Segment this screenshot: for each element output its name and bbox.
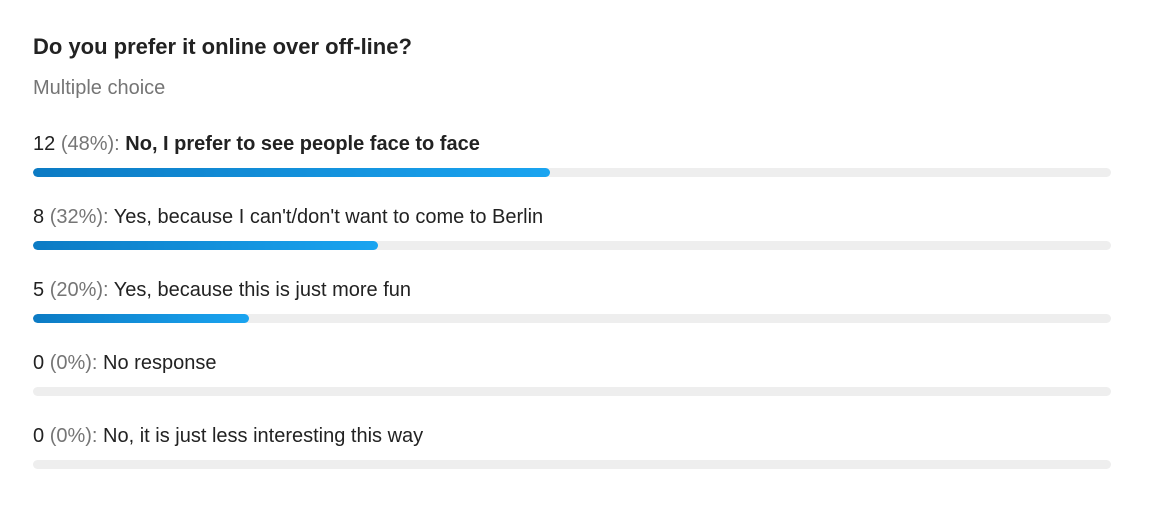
option-text: No, I prefer to see people face to face	[125, 133, 480, 155]
option-bar-track	[33, 460, 1111, 469]
option-bar-fill	[33, 314, 249, 323]
option-text: Yes, because I can't/don't want to come …	[113, 206, 544, 228]
poll-subtitle: Multiple choice	[33, 77, 166, 99]
option-count: 8	[33, 206, 45, 228]
option-count: 0	[33, 352, 45, 374]
poll-title: Do you prefer it online over off-line?	[33, 34, 412, 59]
option-bar-fill	[33, 168, 551, 177]
option-bar-track	[33, 168, 1111, 177]
poll-option: 8 (32%): Yes, because I can't/don't want…	[33, 204, 1111, 277]
option-text: No response	[103, 352, 217, 374]
option-text: Yes, because this is just more fun	[113, 279, 411, 301]
option-bar-fill	[33, 241, 378, 250]
option-percent: (0%):	[49, 352, 98, 374]
option-label: 0 (0%): No response	[33, 350, 1111, 376]
option-bar-track	[33, 241, 1111, 250]
option-label: 12 (48%): No, I prefer to see people fac…	[33, 131, 1111, 157]
option-percent: (20%):	[49, 279, 109, 301]
poll-option: 12 (48%): No, I prefer to see people fac…	[33, 131, 1111, 204]
option-percent: (0%):	[49, 425, 98, 447]
option-percent: (48%):	[60, 133, 120, 155]
option-bar-track	[33, 387, 1111, 396]
option-percent: (32%):	[49, 206, 109, 228]
option-count: 5	[33, 279, 45, 301]
poll-option: 0 (0%): No, it is just less interesting …	[33, 423, 1111, 496]
option-count: 0	[33, 425, 45, 447]
option-label: 0 (0%): No, it is just less interesting …	[33, 423, 1111, 449]
option-text: No, it is just less interesting this way	[103, 425, 424, 447]
option-bar-track	[33, 314, 1111, 323]
option-count: 12	[33, 133, 56, 155]
option-label: 8 (32%): Yes, because I can't/don't want…	[33, 204, 1111, 230]
poll-options: 12 (48%): No, I prefer to see people fac…	[33, 131, 1111, 496]
poll-card: Do you prefer it online over off-line? M…	[0, 0, 1164, 511]
poll-option: 5 (20%): Yes, because this is just more …	[33, 277, 1111, 350]
option-label: 5 (20%): Yes, because this is just more …	[33, 277, 1111, 303]
poll-option: 0 (0%): No response	[33, 350, 1111, 423]
